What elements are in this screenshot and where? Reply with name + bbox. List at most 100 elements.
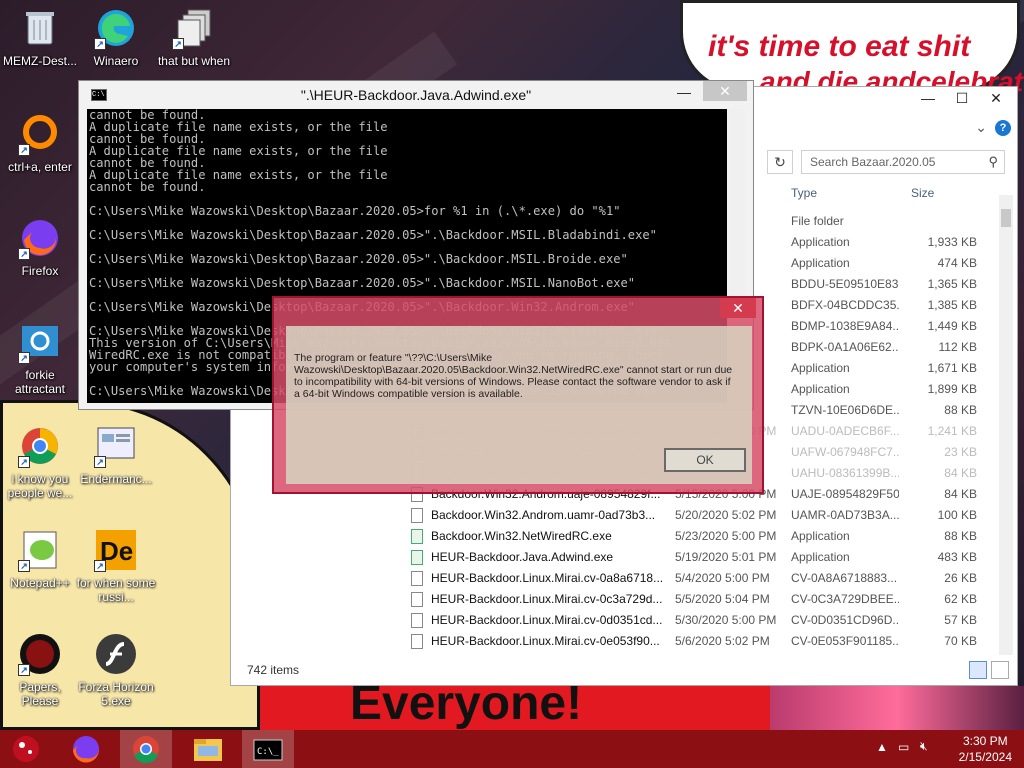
start-button[interactable] [0,730,52,768]
taskbar-clock[interactable]: 3:30 PM 2/15/2024 [959,733,1012,765]
folder-icon [194,739,222,761]
de-app-icon: De ↗ [94,528,138,572]
file-row[interactable]: HEUR-Backdoor.Linux.Mirai.cv-0c3a729d...… [231,589,1001,610]
volume-muted-icon[interactable]: 🔇︎ [920,739,928,754]
file-type: Application [791,256,850,270]
file-size: 1,365 KB [927,277,977,291]
refresh-button[interactable]: ↻ [767,150,793,174]
file-row[interactable]: HEUR-Backdoor.Linux.Mirai.cv-0d0351cd...… [231,610,1001,631]
desktop-icon-endermanch[interactable]: ↗ Endermanc... [76,424,156,486]
file-size: 1,241 KB [927,424,977,438]
desktop-icon-memz[interactable]: MEMZ-Dest... [0,6,80,68]
file-date: 5/19/2020 5:01 PM [675,550,777,564]
taskbar-console[interactable]: C:\_ [242,730,294,768]
help-icon[interactable]: ? [995,120,1011,136]
file-type: Application [791,382,850,396]
desktop-icon-firefox[interactable]: ↗ Firefox [0,216,80,278]
console-minimize-button[interactable]: — [667,81,701,103]
file-size: 70 KB [944,634,977,648]
taskbar-file-explorer[interactable] [182,730,234,768]
desktop-icon-winaero[interactable]: ↗ Winaero [76,6,156,68]
desktop-icon-forkie[interactable]: ↗ forkie attractant [0,320,80,396]
file-type: CV-0A8A6718883... [791,571,898,585]
chevron-down-icon[interactable]: ⌄ [975,119,987,136]
file-type: Application [791,361,850,375]
file-size: 100 KB [937,508,977,522]
file-row[interactable]: HEUR-Backdoor.Linux.Mirai.cv-0e053f90...… [231,631,1001,652]
desktop-icon-label: for when some russi... [76,576,156,604]
shortcut-arrow-icon: ↗ [18,352,30,364]
notepad-plus-plus-icon: ↗ [18,528,62,572]
column-header-type[interactable]: Type [791,186,817,200]
desktop-icon-i-know-you[interactable]: ↗ i know you people we... [0,424,80,500]
papers-please-icon: ↗ [18,632,62,676]
vertical-scrollbar[interactable] [999,195,1013,655]
shortcut-arrow-icon: ↗ [18,144,30,156]
chrome-icon [133,736,159,763]
console-line: C:\Users\Mike Wazowski\Desktop\Bazaar.20… [89,228,657,242]
network-icon[interactable]: ▭ [898,740,909,754]
file-type: UAHU-08361399B... [791,466,899,480]
file-size: 62 KB [944,592,977,606]
file-size: 112 KB [938,340,977,354]
file-date: 5/5/2020 5:04 PM [675,592,770,606]
desktop-icon-forza[interactable]: Forza Horizon 5.exe [76,632,156,708]
shortcut-arrow-icon: ↗ [94,456,106,468]
file-row[interactable]: Backdoor.Win32.Androm.uamr-0ad73b3... 5/2… [231,505,1001,526]
wallpaper-speech-text: it's time to eat shit [708,30,971,63]
compatibility-error-dialog[interactable]: ✕ The program or feature "\??\C:\Users\M… [272,296,764,494]
large-icons-view-icon[interactable] [991,661,1009,679]
file-row[interactable]: Backdoor.Win32.NetWiredRC.exe 5/23/2020 5… [231,526,1001,547]
shortcut-arrow-icon: ↗ [172,38,184,50]
desktop-icon-label: Papers, Please [19,680,61,708]
file-size: 88 KB [944,529,977,543]
desktop-icon-label: that but when [157,54,231,68]
close-button[interactable]: ✕ [979,87,1013,109]
desktop-icon-papers-please[interactable]: ↗ Papers, Please [0,632,80,708]
desktop-icon-that-but-when[interactable]: ↗ that but when [154,6,234,68]
taskbar-chrome[interactable] [120,730,172,768]
wallpaper-pink-figure [770,686,1024,730]
gear-settings-icon: ↗ [18,320,62,364]
generic-file-icon [411,571,423,586]
maximize-button[interactable]: ☐ [945,87,979,109]
column-header-size[interactable]: Size [911,186,934,200]
file-type: BDMP-1038E9A84... [791,319,899,333]
dialog-close-button[interactable]: ✕ [720,298,756,318]
desktop-icon-label: MEMZ-Dest... [3,54,77,68]
generic-file-icon [411,592,423,607]
desktop-icon-label: Firefox [21,264,59,278]
shortcut-arrow-icon: ↗ [18,456,30,468]
search-input[interactable]: Search Bazaar.2020.05 ⚲ [801,150,1005,174]
file-type: TZVN-10E06D6DE... [791,403,899,417]
file-row[interactable]: HEUR-Backdoor.Java.Adwind.exe 5/19/2020 5… [231,547,1001,568]
desktop-icon-ctrl-a-enter[interactable]: ↗ ctrl+a, enter [0,112,80,174]
desktop-icon-label: forkie attractant [14,368,66,396]
search-placeholder: Search Bazaar.2020.05 [810,155,936,169]
dialog-message: The program or feature "\??\C:\Users\Mik… [294,352,733,400]
console-titlebar[interactable]: C:\ ".\HEUR-Backdoor.Java.Adwind.exe" — … [79,81,753,109]
scrollbar-thumb[interactable] [1001,209,1011,227]
desktop-icon-notepadpp[interactable]: ↗ Notepad++ [0,528,80,590]
file-size: 1,671 KB [927,361,977,375]
file-row[interactable]: HEUR-Backdoor.Linux.Mirai.cv-0a8a6718...… [231,568,1001,589]
minimize-button[interactable]: — [911,87,945,109]
system-tray: ▲ ▭ 🔇︎ 3:30 PM 2/15/2024 [864,730,1024,768]
file-size: 1,385 KB [927,298,977,312]
ok-button[interactable]: OK [664,448,746,472]
file-date: 5/20/2020 5:02 PM [675,508,777,522]
chrome-icon: ↗ [18,424,62,468]
shortcut-arrow-icon: ↗ [18,664,30,676]
tray-chevron-up-icon[interactable]: ▲ [876,740,888,754]
details-view-icon[interactable] [969,661,987,679]
console-close-button[interactable]: ✕ [703,81,747,101]
shortcut-arrow-icon: ↗ [94,38,106,50]
file-type: Application [791,235,850,249]
flash-player-icon [94,632,138,676]
file-date: 5/6/2020 5:02 PM [675,634,770,648]
taskbar-firefox[interactable] [60,730,112,768]
desktop-icon-label: ctrl+a, enter [8,160,72,174]
desktop-icon-for-when[interactable]: De ↗ for when some russi... [76,528,156,604]
firefox-icon: ↗ [18,216,62,260]
application-file-icon [411,529,423,544]
